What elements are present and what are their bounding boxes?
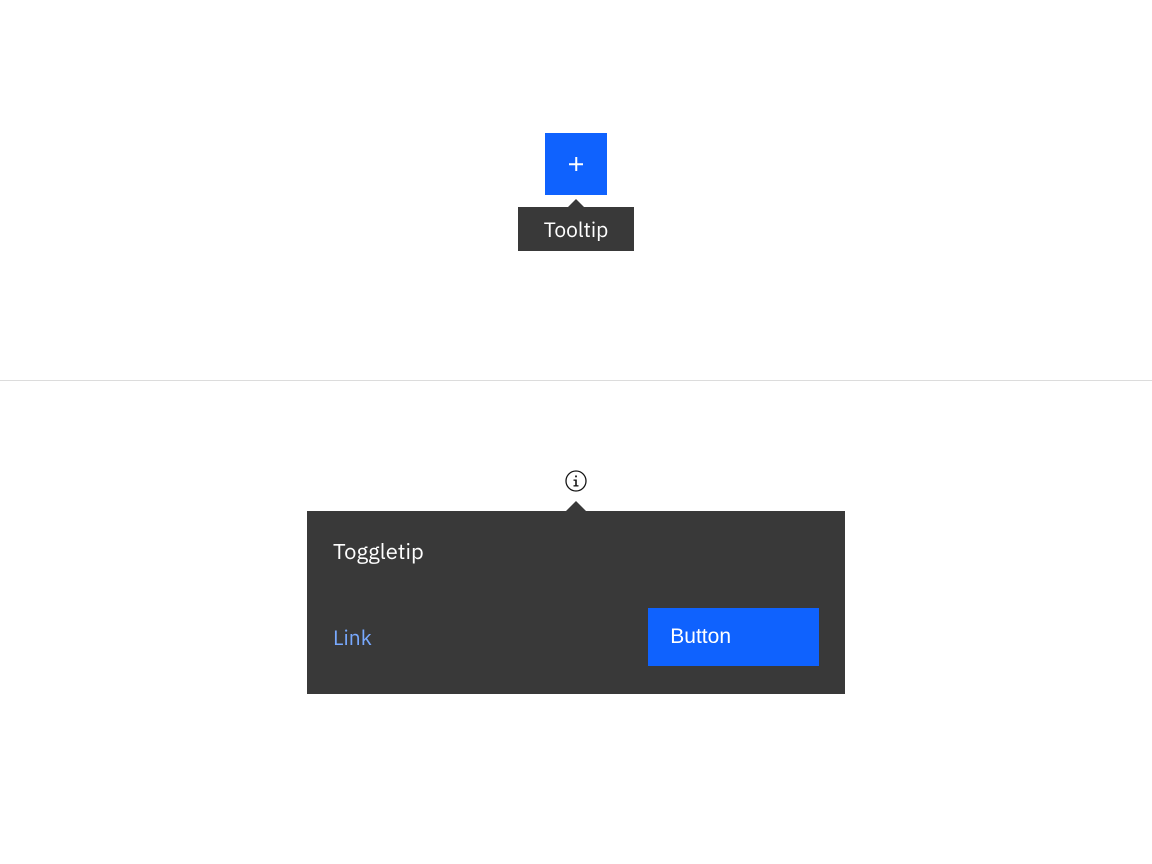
plus-icon [566, 154, 586, 174]
toggletip-container: Toggletip Link Button [307, 511, 845, 694]
tooltip: Tooltip [518, 207, 635, 251]
info-icon [565, 470, 587, 492]
toggletip-link[interactable]: Link [333, 623, 372, 651]
add-button[interactable] [545, 133, 607, 195]
toggletip-actions: Link Button [333, 608, 819, 666]
toggletip-caret [566, 501, 586, 511]
tooltip-example-section: Tooltip [0, 0, 1152, 380]
tooltip-text: Tooltip [544, 215, 609, 243]
toggletip-example-section: Toggletip Link Button [0, 381, 1152, 694]
tooltip-container: Tooltip [518, 207, 635, 251]
info-button[interactable] [564, 469, 588, 493]
tooltip-caret [568, 199, 584, 207]
toggletip-button[interactable]: Button [648, 608, 819, 666]
toggletip: Toggletip Link Button [307, 511, 845, 694]
toggletip-title: Toggletip [333, 537, 819, 566]
